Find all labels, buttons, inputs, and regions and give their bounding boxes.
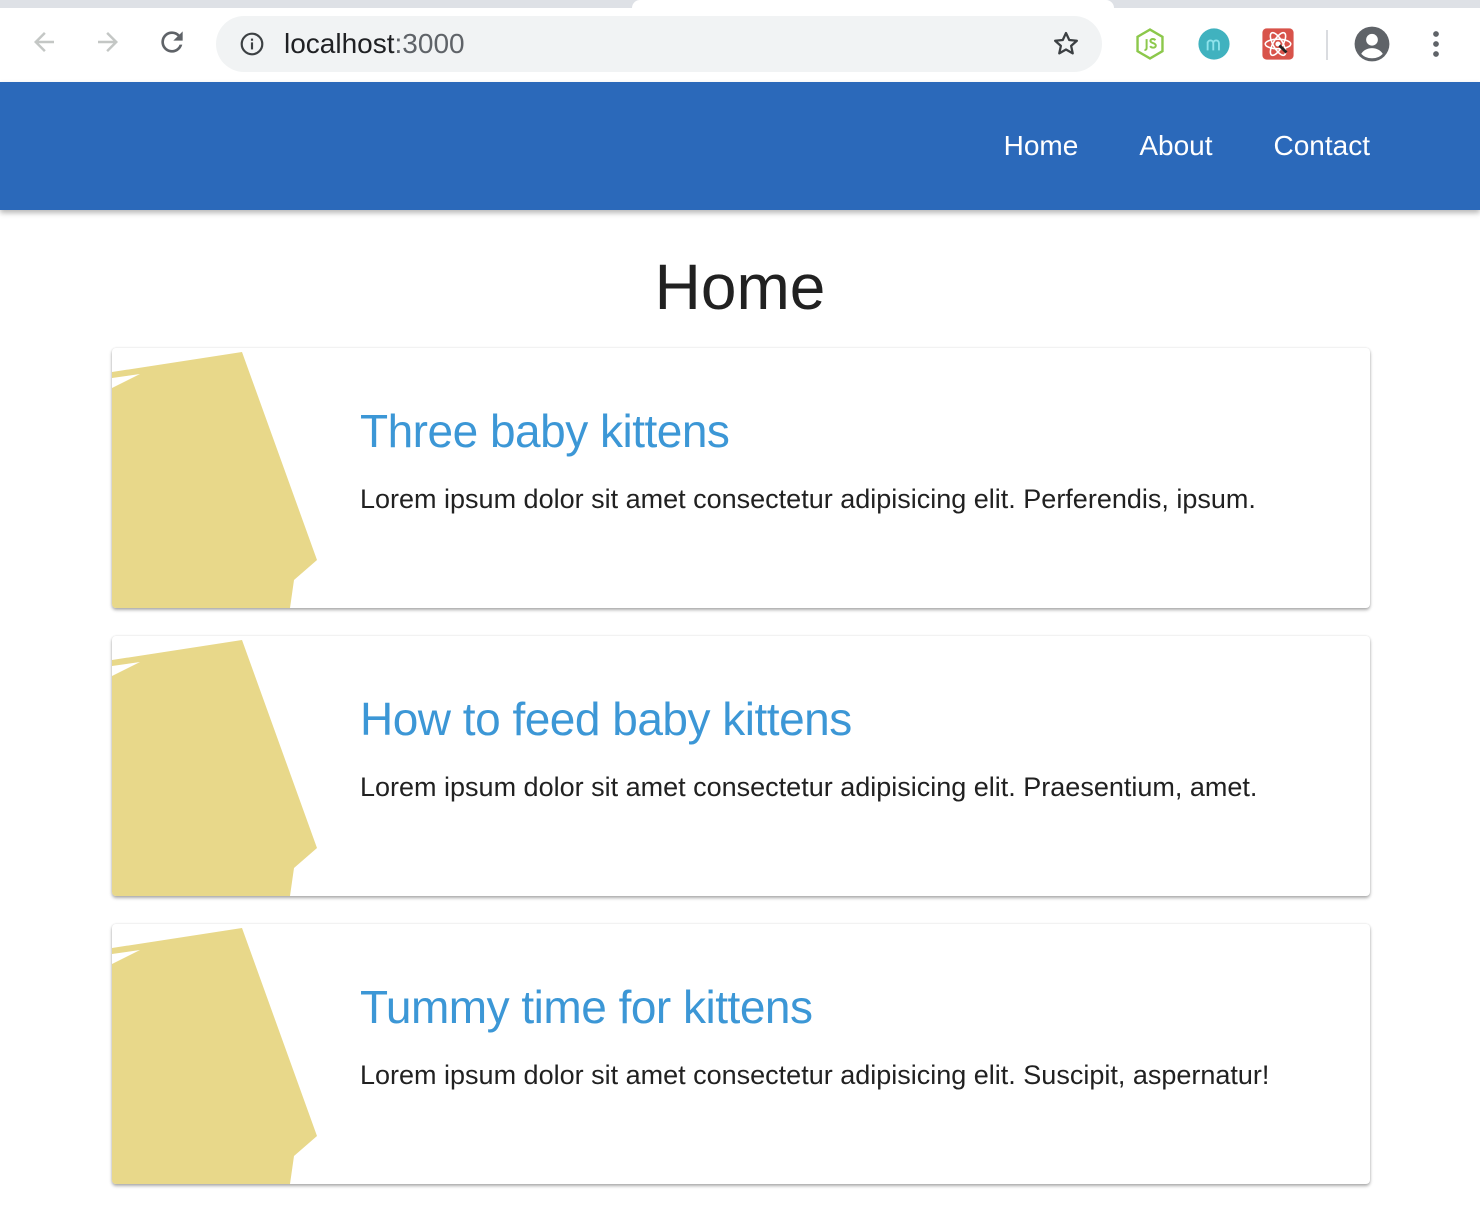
profile-avatar-icon[interactable] xyxy=(1352,24,1392,64)
post-thumbnail xyxy=(112,352,317,608)
bookmark-star-icon[interactable] xyxy=(1050,28,1082,60)
post-card[interactable]: Three baby kittens Lorem ipsum dolor sit… xyxy=(112,348,1370,608)
react-devtools-icon[interactable] xyxy=(1260,26,1296,62)
post-title[interactable]: How to feed baby kittens xyxy=(360,692,852,746)
main-nav: Home About Contact xyxy=(943,82,1370,210)
nav-link-about[interactable]: About xyxy=(1139,130,1212,162)
forward-button[interactable] xyxy=(88,22,128,62)
kebab-menu-icon[interactable] xyxy=(1418,26,1454,62)
nav-link-home[interactable]: Home xyxy=(1004,130,1079,162)
tab-strip xyxy=(0,0,1480,8)
post-card[interactable]: How to feed baby kittens Lorem ipsum dol… xyxy=(112,636,1370,896)
address-bar[interactable]: localhost:3000 xyxy=(216,16,1102,72)
toolbar-separator xyxy=(1326,30,1328,60)
page-title: Home xyxy=(654,251,826,323)
arrow-left-icon xyxy=(34,32,54,52)
browser-toolbar: localhost:3000 xyxy=(0,8,1480,82)
arrow-right-icon xyxy=(98,32,118,52)
reload-icon xyxy=(161,31,183,53)
post-excerpt: Lorem ipsum dolor sit amet consectetur a… xyxy=(360,484,1256,514)
reload-button[interactable] xyxy=(152,22,192,62)
active-tab[interactable] xyxy=(632,0,1114,8)
post-title[interactable]: Three baby kittens xyxy=(360,404,730,458)
post-thumbnail xyxy=(112,928,317,1184)
post-title[interactable]: Tummy time for kittens xyxy=(360,980,813,1034)
nav-link-contact[interactable]: Contact xyxy=(1274,130,1371,162)
post-excerpt: Lorem ipsum dolor sit amet consectetur a… xyxy=(360,772,1258,802)
back-button[interactable] xyxy=(24,22,64,62)
url-text: localhost:3000 xyxy=(284,16,465,72)
url-port: :3000 xyxy=(394,28,465,59)
info-icon[interactable] xyxy=(238,30,266,58)
app-header: Home About Contact xyxy=(0,82,1480,210)
post-thumbnail xyxy=(112,640,317,896)
nodejs-icon[interactable] xyxy=(1132,26,1168,62)
post-excerpt: Lorem ipsum dolor sit amet consectetur a… xyxy=(360,1060,1270,1090)
post-card[interactable]: Tummy time for kittens Lorem ipsum dolor… xyxy=(112,924,1370,1184)
url-host: localhost xyxy=(284,28,395,59)
mercury-icon[interactable] xyxy=(1196,26,1232,62)
